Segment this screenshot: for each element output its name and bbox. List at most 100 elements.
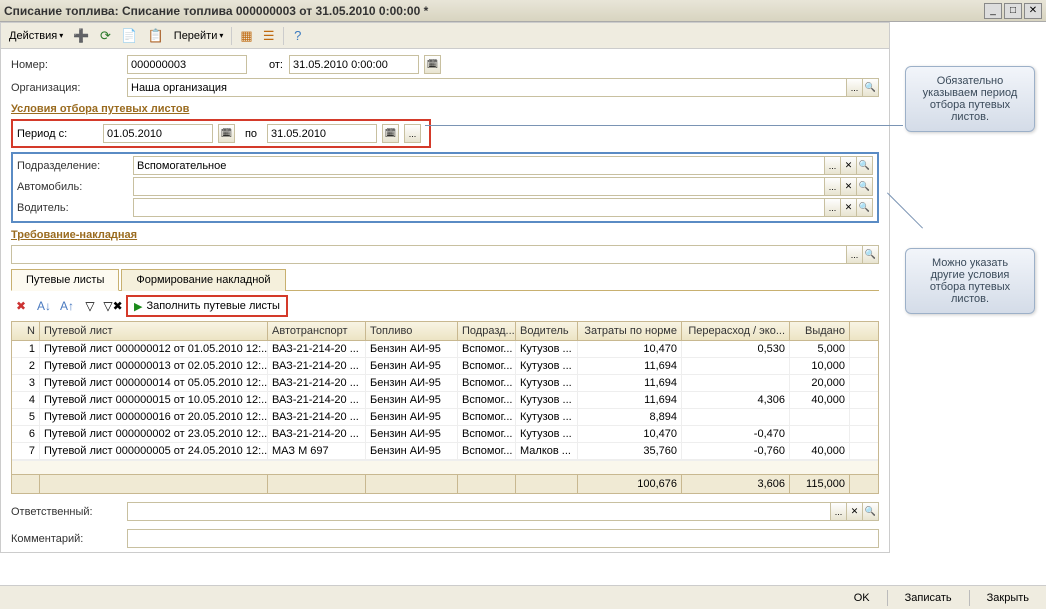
close-button[interactable]: ✕ [1024, 3, 1042, 19]
cell-pl: Путевой лист 000000002 от 23.05.2010 12:… [40, 426, 268, 442]
grid-footer: 100,676 3,606 115,000 [12, 474, 878, 493]
navigate-menu[interactable]: Перейти [170, 26, 228, 46]
period-select-icon[interactable]: ... [404, 124, 421, 143]
col-transport[interactable]: Автотранспорт [268, 322, 366, 340]
cell-pod: Вспомог... [458, 341, 516, 357]
col-n[interactable]: N [12, 322, 40, 340]
cell-nrm: 11,694 [578, 358, 682, 374]
tpl-icon[interactable]: ▦ [236, 26, 256, 46]
close-form-button[interactable]: Закрыть [978, 589, 1038, 607]
ok-button[interactable]: OK [845, 589, 879, 607]
date-input[interactable] [289, 55, 419, 74]
driver-input[interactable] [133, 198, 825, 217]
driver-select-icon[interactable]: ... [824, 198, 841, 217]
tab-invoice-form[interactable]: Формирование накладной [121, 269, 285, 291]
table-row[interactable]: 5Путевой лист 000000016 от 20.05.2010 12… [12, 409, 878, 426]
period-row: Период с: 🗓 по 🗓 ... [11, 119, 431, 148]
auto-select-icon[interactable]: ... [824, 177, 841, 196]
resp-select-icon[interactable]: ... [830, 502, 847, 521]
resp-clear-icon[interactable]: ✕ [846, 502, 863, 521]
org-input[interactable] [127, 78, 847, 97]
calendar-to-icon[interactable]: 🗓 [382, 124, 399, 143]
cell-fuel: Бензин АИ-95 [366, 341, 458, 357]
col-over[interactable]: Перерасход / эко... [682, 322, 790, 340]
number-label: Номер: [11, 59, 121, 71]
table-row[interactable]: 7Путевой лист 000000005 от 24.05.2010 12… [12, 443, 878, 460]
subdiv-select-icon[interactable]: ... [824, 156, 841, 175]
col-subdiv[interactable]: Подразд... [458, 322, 516, 340]
col-norm[interactable]: Затраты по норме [578, 322, 682, 340]
table-row[interactable]: 4Путевой лист 000000015 от 10.05.2010 12… [12, 392, 878, 409]
comment-input[interactable] [127, 529, 879, 548]
number-input[interactable] [127, 55, 247, 74]
minimize-button[interactable]: _ [984, 3, 1002, 19]
table-row[interactable]: 3Путевой лист 000000014 от 05.05.2010 12… [12, 375, 878, 392]
auto-lookup-icon[interactable]: 🔍 [856, 177, 873, 196]
clear-filter-icon[interactable]: ▽✖ [103, 296, 123, 316]
list-icon[interactable]: ☰ [259, 26, 279, 46]
select-icon[interactable]: ... [846, 78, 863, 97]
cell-fuel: Бензин АИ-95 [366, 409, 458, 425]
filter-icon[interactable]: ▽ [80, 296, 100, 316]
play-icon: ▶ [134, 300, 142, 313]
invoice-lookup-icon[interactable]: 🔍 [862, 245, 879, 264]
actions-menu[interactable]: Действия [5, 26, 67, 46]
cell-over: -0,470 [682, 426, 790, 442]
cell-pod: Вспомог... [458, 409, 516, 425]
table-row[interactable]: 1Путевой лист 000000012 от 01.05.2010 12… [12, 341, 878, 358]
col-driver[interactable]: Водитель [516, 322, 578, 340]
col-waybill[interactable]: Путевой лист [40, 322, 268, 340]
cell-n: 7 [12, 443, 40, 459]
lookup-icon[interactable]: 🔍 [862, 78, 879, 97]
calendar-from-icon[interactable]: 🗓 [218, 124, 235, 143]
subdiv-input[interactable] [133, 156, 825, 175]
tab-waybills[interactable]: Путевые листы [11, 269, 119, 291]
cell-nrm: 10,470 [578, 426, 682, 442]
fill-waybills-button[interactable]: ▶ Заполнить путевые листы [126, 295, 288, 317]
invoice-input[interactable] [11, 245, 847, 264]
responsible-input[interactable] [127, 502, 831, 521]
sort-desc-icon[interactable]: A↑ [57, 296, 77, 316]
driver-clear-icon[interactable]: ✕ [840, 198, 857, 217]
help-icon[interactable]: ? [288, 26, 308, 46]
cell-n: 2 [12, 358, 40, 374]
doc-icon[interactable]: 📄 [117, 26, 141, 46]
subdiv-clear-icon[interactable]: ✕ [840, 156, 857, 175]
main-toolbar: Действия ➕ ⟳ 📄 📋 Перейти ▦ ☰ ? [1, 23, 889, 49]
sort-asc-icon[interactable]: A↓ [34, 296, 54, 316]
table-row[interactable]: 2Путевой лист 000000013 от 02.05.2010 12… [12, 358, 878, 375]
col-fuel[interactable]: Топливо [366, 322, 458, 340]
auto-label: Автомобиль: [17, 181, 127, 193]
period-to-input[interactable] [267, 124, 377, 143]
delete-row-icon[interactable]: ✖ [11, 296, 31, 316]
cell-out [790, 409, 850, 425]
invoice-select-icon[interactable]: ... [846, 245, 863, 264]
subdiv-lookup-icon[interactable]: 🔍 [856, 156, 873, 175]
cell-auto: ВАЗ-21-214-20 ... [268, 409, 366, 425]
driver-lookup-icon[interactable]: 🔍 [856, 198, 873, 217]
cell-drv: Кутузов ... [516, 358, 578, 374]
cell-fuel: Бензин АИ-95 [366, 358, 458, 374]
grid-toolbar: ✖ A↓ A↑ ▽ ▽✖ ▶ Заполнить путевые листы [11, 291, 879, 321]
waybills-grid: N Путевой лист Автотранспорт Топливо Под… [11, 321, 879, 494]
maximize-button[interactable]: □ [1004, 3, 1022, 19]
add-icon[interactable]: ➕ [69, 26, 93, 46]
copy-icon[interactable]: 📋 [144, 26, 168, 46]
date-label: от: [253, 59, 283, 71]
calendar-icon[interactable]: 🗓 [424, 55, 441, 74]
resp-lookup-icon[interactable]: 🔍 [862, 502, 879, 521]
driver-label: Водитель: [17, 202, 127, 214]
refresh-icon[interactable]: ⟳ [95, 26, 115, 46]
save-record-button[interactable]: Записать [896, 589, 961, 607]
cell-pod: Вспомог... [458, 426, 516, 442]
period-from-input[interactable] [103, 124, 213, 143]
auto-input[interactable] [133, 177, 825, 196]
cell-out: 20,000 [790, 375, 850, 391]
col-issued[interactable]: Выдано [790, 322, 850, 340]
cell-pl: Путевой лист 000000005 от 24.05.2010 12:… [40, 443, 268, 459]
cell-n: 4 [12, 392, 40, 408]
auto-clear-icon[interactable]: ✕ [840, 177, 857, 196]
cell-fuel: Бензин АИ-95 [366, 443, 458, 459]
cell-out: 10,000 [790, 358, 850, 374]
table-row[interactable]: 6Путевой лист 000000002 от 23.05.2010 12… [12, 426, 878, 443]
